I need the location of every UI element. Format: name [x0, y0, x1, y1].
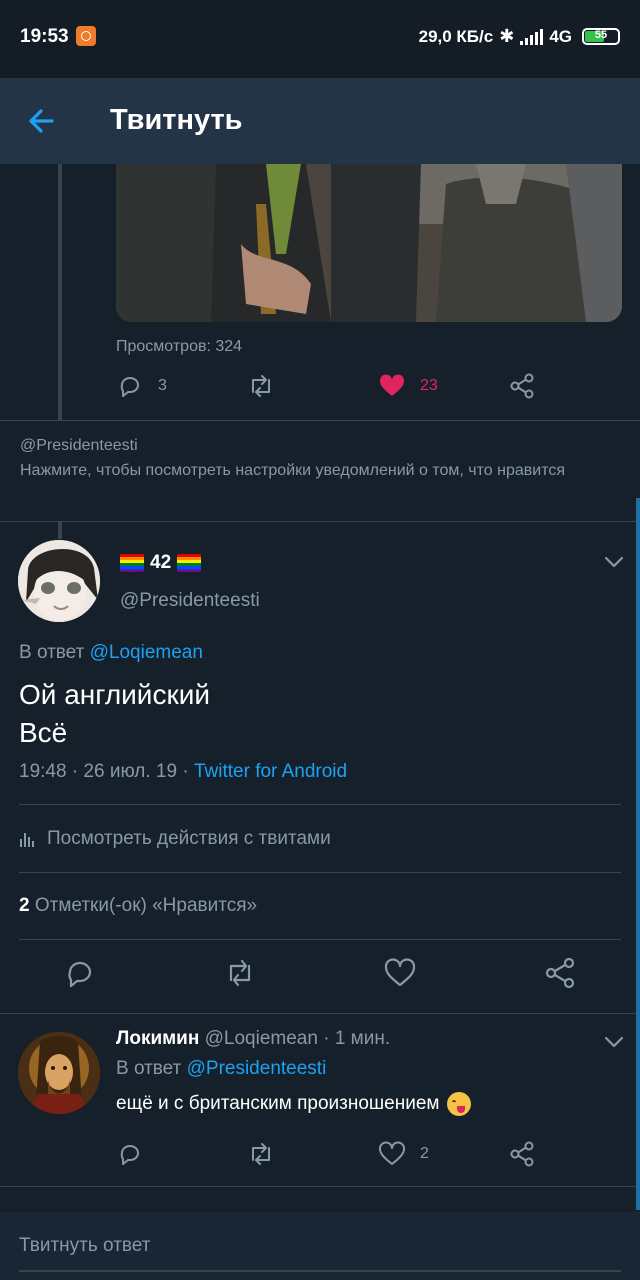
share-icon [510, 373, 534, 399]
reply-to-line: В ответ @Presidenteesti [116, 1058, 326, 1080]
chevron-down-icon[interactable] [604, 1036, 624, 1048]
tweet-text-line: Всё [19, 717, 68, 748]
status-indicators: 29,0 КБ/с ✱ 4G 55 [419, 26, 620, 47]
reply-input-underline [19, 1270, 621, 1272]
like-notification-settings[interactable]: @Presidenteesti Нажмите, чтобы посмотрет… [0, 421, 640, 521]
tweet-actions: 3 23 [116, 372, 546, 408]
reply-display-name: Локимин [116, 1028, 200, 1049]
reply-text: ещё и с британским произношением [116, 1093, 440, 1114]
activity-link-label: Посмотреть действия с твитами [47, 828, 331, 849]
divider [19, 939, 621, 940]
reply-input[interactable]: Твитнуть ответ [19, 1235, 150, 1257]
reply-to-link[interactable]: @Loqiemean [90, 642, 203, 663]
tweet-meta: 19:48 · 26 июл. 19 · Twitter for Android [19, 761, 347, 783]
like-count: 2 [420, 1145, 429, 1162]
likes-summary[interactable]: 2 Отметки(-ок) «Нравится» [19, 895, 257, 917]
divider [0, 1013, 640, 1014]
notification-text: Нажмите, чтобы посмотреть настройки увед… [20, 462, 565, 479]
reply-count: 3 [158, 377, 167, 394]
arrow-left-icon [29, 109, 54, 133]
retweet-icon [252, 1143, 270, 1165]
thread-line [58, 521, 62, 539]
page-title: Твитнуть [110, 104, 243, 136]
share-icon[interactable] [543, 956, 577, 990]
reply-prefix: В ответ [116, 1058, 182, 1079]
heart-icon [379, 1141, 405, 1165]
display-name-text: 42 [150, 552, 172, 573]
retweet-button[interactable] [246, 1140, 276, 1168]
divider [19, 804, 621, 805]
reply-button[interactable]: 3 [116, 372, 167, 400]
reply-time: · 1 мин. [323, 1028, 391, 1049]
status-bar: 19:53 29,0 КБ/с ✱ 4G 55 [0, 0, 640, 78]
reply-icon [120, 1145, 139, 1165]
notification-handle: @Presidenteesti [20, 437, 138, 454]
tweet-text: Ой английский Всё [19, 676, 210, 752]
heart-filled-icon [379, 374, 405, 396]
main-tweet-actions [0, 956, 640, 1000]
rainbow-flag-icon [120, 554, 144, 572]
tweet-media-image[interactable] [116, 164, 622, 322]
reply-tweet-actions: 2 [116, 1140, 546, 1176]
like-button[interactable]: 2 [378, 1140, 429, 1168]
retweet-button[interactable] [246, 372, 276, 400]
tweet-source-link[interactable]: Twitter for Android [194, 761, 347, 782]
reply-to-line: В ответ @Loqiemean [19, 642, 203, 664]
back-button[interactable] [22, 100, 64, 142]
reply-tweet-text: ещё и с британским произношением [116, 1092, 472, 1116]
battery-level: 55 [594, 29, 608, 41]
likes-label: Отметки(-ок) «Нравится» [34, 895, 258, 916]
view-tweet-activity-link[interactable]: Посмотреть действия с твитами [19, 828, 331, 850]
retweet-icon [252, 375, 270, 397]
notification-app-icon [76, 26, 96, 46]
network-speed: 29,0 КБ/с [418, 26, 494, 46]
reply-icon[interactable] [63, 956, 97, 990]
divider [19, 872, 621, 873]
likes-number: 2 [19, 895, 30, 916]
user-handle[interactable]: @Presidenteesti [120, 590, 260, 612]
rainbow-flag-icon [177, 554, 202, 572]
bluetooth-icon: ✱ [499, 26, 515, 46]
retweet-icon[interactable] [223, 956, 257, 990]
divider [0, 1186, 640, 1187]
tweet-timestamp: 19:48 · 26 июл. 19 · [19, 761, 189, 782]
signal-icon [520, 28, 544, 45]
tweet-text-line: Ой английский [19, 679, 210, 710]
battery-icon: 55 [582, 28, 620, 45]
heart-icon[interactable] [383, 956, 417, 990]
network-type: 4G [549, 26, 572, 46]
divider [0, 521, 640, 522]
view-count: Просмотров: 324 [116, 338, 243, 355]
bar-chart-icon [20, 833, 34, 847]
like-count: 23 [420, 377, 438, 394]
share-button[interactable] [508, 1140, 536, 1168]
share-icon [510, 1141, 534, 1167]
thread-line [58, 164, 62, 420]
yum-emoji-icon [447, 1092, 472, 1116]
reply-icon [120, 377, 139, 397]
reply-prefix: В ответ [19, 642, 85, 663]
display-name[interactable]: 42 [120, 552, 202, 574]
reply-to-link[interactable]: @Presidenteesti [187, 1058, 327, 1079]
reply-button[interactable] [116, 1140, 144, 1168]
scrollbar[interactable] [636, 498, 640, 1210]
share-button[interactable] [508, 372, 536, 400]
reply-author[interactable]: Локимин @Loqiemean · 1 мин. [116, 1028, 390, 1050]
app-bar: Твитнуть [0, 78, 640, 164]
status-time: 19:53 [20, 26, 69, 47]
like-button[interactable]: 23 [378, 372, 438, 400]
chevron-down-icon[interactable] [604, 556, 624, 568]
avatar[interactable] [18, 1032, 100, 1114]
avatar[interactable] [18, 540, 100, 622]
reply-handle: @Loqiemean [204, 1028, 318, 1049]
